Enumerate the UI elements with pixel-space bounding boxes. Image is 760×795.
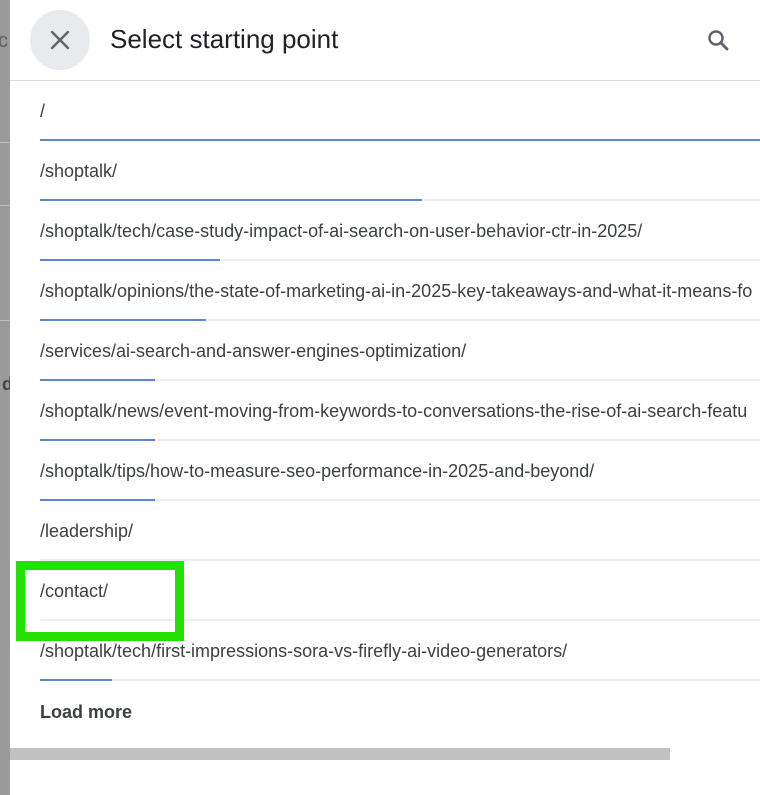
path-row[interactable]: /services/ai-search-and-answer-engines-o… (40, 321, 760, 381)
close-button[interactable] (30, 10, 90, 70)
path-row[interactable]: /shoptalk/tips/how-to-measure-seo-perfor… (40, 441, 760, 501)
load-more-button[interactable]: Load more (40, 702, 132, 723)
backdrop-text: c (0, 30, 8, 52)
path-label: /services/ai-search-and-answer-engines-o… (40, 341, 467, 361)
dialog-title: Select starting point (110, 24, 339, 54)
search-button[interactable] (700, 22, 736, 58)
path-label: /shoptalk/news/event-moving-from-keyword… (40, 401, 748, 421)
path-label: /shoptalk/tech/first-impressions-sora-vs… (40, 641, 568, 661)
path-label: /contact/ (40, 581, 109, 601)
path-row[interactable]: /shoptalk/news/event-moving-from-keyword… (40, 381, 760, 441)
backdrop-divider (0, 205, 10, 206)
page-backdrop: c d (0, 0, 10, 795)
path-label: /leadership/ (40, 521, 134, 541)
backdrop-divider (0, 320, 10, 321)
starting-point-list: / /shoptalk/ /shoptalk/tech/case-study-imp… (16, 81, 760, 681)
path-label: /shoptalk/tech/case-study-impact-of-ai-s… (40, 221, 643, 241)
search-icon (708, 30, 729, 51)
path-label: /shoptalk/ (40, 161, 118, 181)
path-row[interactable]: /shoptalk/tech/case-study-impact-of-ai-s… (40, 201, 760, 261)
select-starting-point-dialog: Select starting point / /shoptalk/ /shopta… (10, 0, 760, 795)
path-row[interactable]: /shoptalk/opinions/the-state-of-marketin… (40, 261, 760, 321)
close-icon (50, 30, 70, 50)
path-row[interactable]: / (40, 81, 760, 141)
path-label: / (40, 101, 46, 121)
path-row[interactable]: /leadership/ (40, 501, 760, 561)
path-label: /shoptalk/opinions/the-state-of-marketin… (40, 281, 753, 301)
path-row[interactable]: /shoptalk/tech/first-impressions-sora-vs… (40, 621, 760, 681)
path-share-bar (40, 679, 112, 681)
horizontal-scrollbar[interactable] (10, 748, 670, 760)
path-label: /shoptalk/tips/how-to-measure-seo-perfor… (40, 461, 595, 481)
dialog-header: Select starting point (10, 0, 760, 81)
path-row[interactable]: /shoptalk/ (40, 141, 760, 201)
backdrop-text: d (2, 374, 10, 394)
path-row[interactable]: /contact/ (40, 561, 760, 621)
backdrop-divider (0, 142, 10, 143)
